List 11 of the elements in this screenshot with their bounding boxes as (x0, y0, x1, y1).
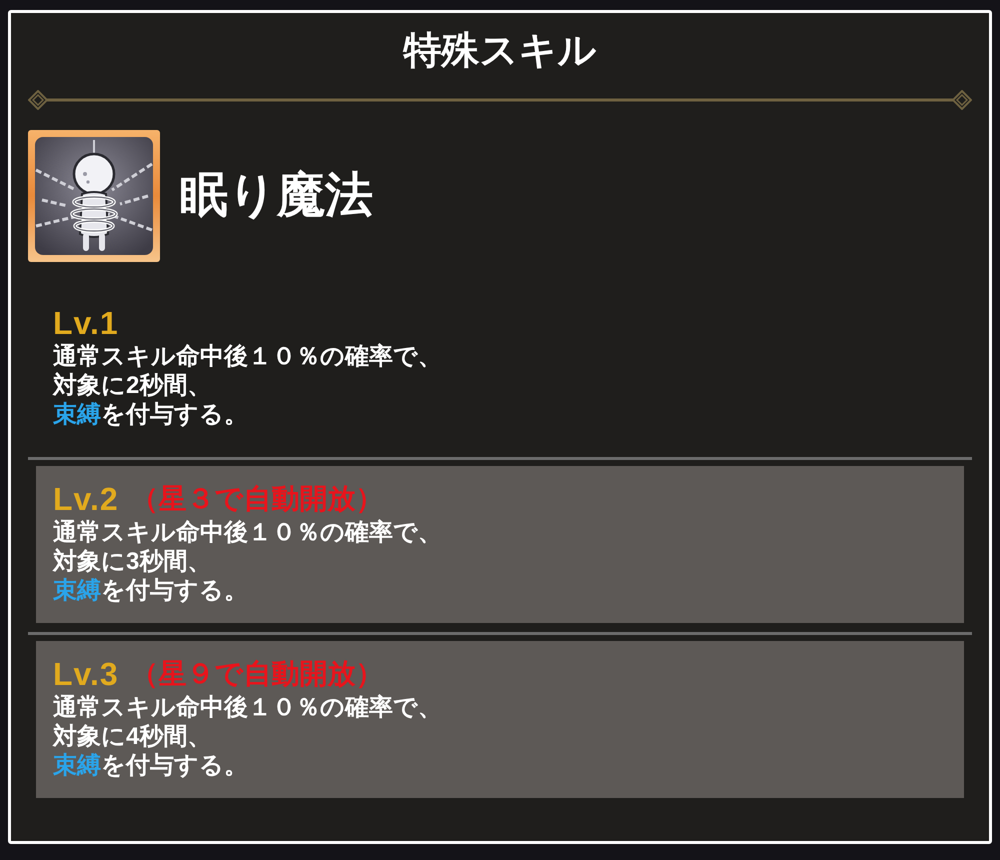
chained-figure-icon (28, 130, 160, 262)
unlock-condition: （星９で自動開放） (130, 657, 384, 691)
level-label: Lv.3 (53, 655, 119, 693)
level-label: Lv.1 (53, 304, 119, 342)
skill-description: 通常スキル命中後１０％の確率で、 対象に3秒間、 束縛を付与する。 (53, 518, 442, 605)
skill-description: 通常スキル命中後１０％の確率で、 対象に4秒間、 束縛を付与する。 (53, 693, 442, 780)
skill-name: 眠り魔法 (180, 168, 373, 224)
level-label: Lv.2 (53, 480, 119, 518)
panel-title: 特殊スキル (404, 29, 596, 74)
skill-description: 通常スキル命中後１０％の確率で、 対象に2秒間、 束縛を付与する。 (53, 342, 442, 429)
unlock-condition: （星３で自動開放） (130, 482, 384, 516)
